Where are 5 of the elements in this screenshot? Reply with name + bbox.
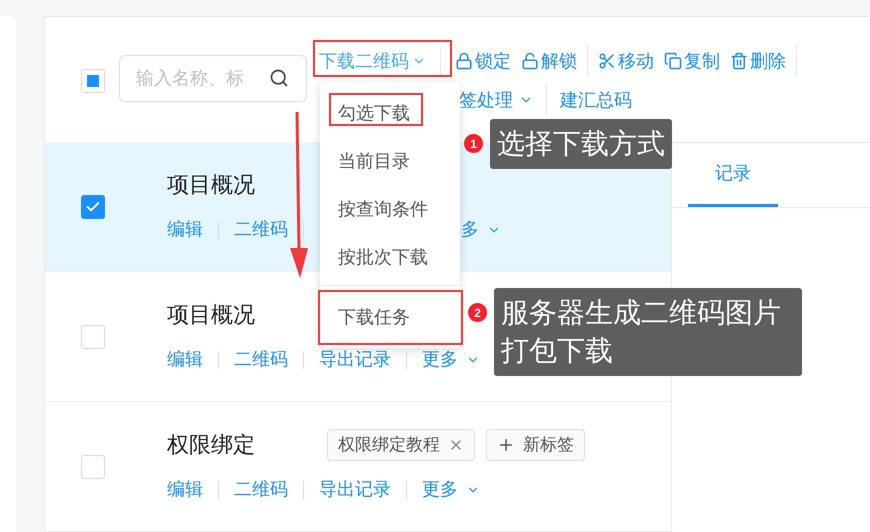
callout-text: 选择下载方式	[490, 119, 672, 169]
row-title: 权限绑定	[167, 431, 255, 459]
callout-text: 服务器生成二维码图片打包下载	[494, 288, 802, 376]
row-title: 项目概况	[167, 301, 255, 329]
row-title: 项目概况	[167, 171, 255, 199]
